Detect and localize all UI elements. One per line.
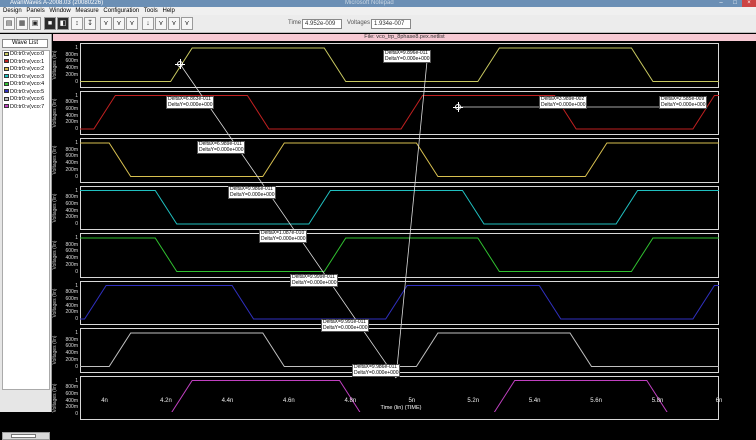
delta-y-text: DeltaY=0.000e+000 xyxy=(661,101,706,108)
measurement-label[interactable]: DeltaX=9.986e-011 DeltaY=0.000e+000 xyxy=(228,186,277,200)
measurement-label[interactable]: DeltaX=6.863e-011 DeltaY=0.000e+000 xyxy=(166,96,215,110)
waveform-chart[interactable] xyxy=(0,0,756,412)
wave-list-scrollbar[interactable] xyxy=(2,432,50,440)
x-tick-label: 5.2n xyxy=(467,398,480,404)
measurement-label[interactable]: DeltaX=1.087e-010 DeltaY=0.000e+000 xyxy=(259,230,308,244)
delta-y-text: DeltaY=0.000e+000 xyxy=(261,235,306,242)
delta-y-text: DeltaY=0.000e+000 xyxy=(168,101,213,108)
delta-y-text: DeltaY=0.000e+000 xyxy=(230,191,275,198)
delta-y-text: DeltaY=0.000e+000 xyxy=(385,55,430,62)
x-tick-label: 5.6n xyxy=(590,398,602,404)
x-tick-label: 4.2n xyxy=(160,398,172,404)
x-tick-label: 5n xyxy=(408,398,416,404)
avanwaves-window: AvanWaves A-2008.03 (20080226) Microsoft… xyxy=(0,0,756,440)
cursor-crosshair-icon[interactable] xyxy=(453,102,463,112)
measurement-label[interactable]: DeltaX=9.986e-011 DeltaY=0.000e+000 xyxy=(352,364,401,378)
measurement-label[interactable]: DeltaX=2.585e-009 DeltaY=0.000e+000 xyxy=(659,96,708,110)
measurement-label[interactable]: DeltaX=6.989e-011 DeltaY=0.000e+000 xyxy=(197,141,246,155)
series-line xyxy=(80,190,719,225)
series-line xyxy=(80,285,719,320)
x-tick-label: 4n xyxy=(101,398,108,404)
delta-y-text: DeltaY=0.000e+000 xyxy=(354,369,399,376)
scrollbar-thumb[interactable] xyxy=(11,434,36,438)
series-line xyxy=(80,332,719,367)
measurement-label[interactable]: DeltaX=3.989e-002 DeltaY=0.000e+000 xyxy=(539,96,588,110)
measure-line xyxy=(395,50,429,379)
measurement-label[interactable]: DeltaX=9.991e-011 DeltaY=0.000e+000 xyxy=(321,319,370,333)
x-tick-label: 6n xyxy=(715,398,723,404)
delta-y-text: DeltaY=0.000e+000 xyxy=(292,279,337,286)
x-tick-label: 4.6n xyxy=(283,398,295,404)
delta-y-text: DeltaY=0.000e+000 xyxy=(323,324,368,331)
delta-y-text: DeltaY=0.000e+000 xyxy=(199,146,244,153)
x-axis-title: Time (lin) (TIME) xyxy=(380,405,422,411)
series-line xyxy=(80,237,719,272)
x-tick-label: 4.4n xyxy=(221,398,234,404)
delta-y-text: DeltaY=0.000e+000 xyxy=(541,101,586,108)
x-tick-label: 4.8n xyxy=(344,398,357,404)
cursor-crosshair-icon[interactable] xyxy=(175,59,185,69)
measurement-label[interactable]: DeltaX=9.999e-011 DeltaY=0.000e+000 xyxy=(290,274,339,288)
x-tick-label: 5.4n xyxy=(528,398,541,404)
measurement-label[interactable]: DeltaX=9.896e-011 DeltaY=0.000e+000 xyxy=(383,50,432,64)
series-line xyxy=(80,142,719,177)
x-tick-label: 5.8n xyxy=(651,398,664,404)
